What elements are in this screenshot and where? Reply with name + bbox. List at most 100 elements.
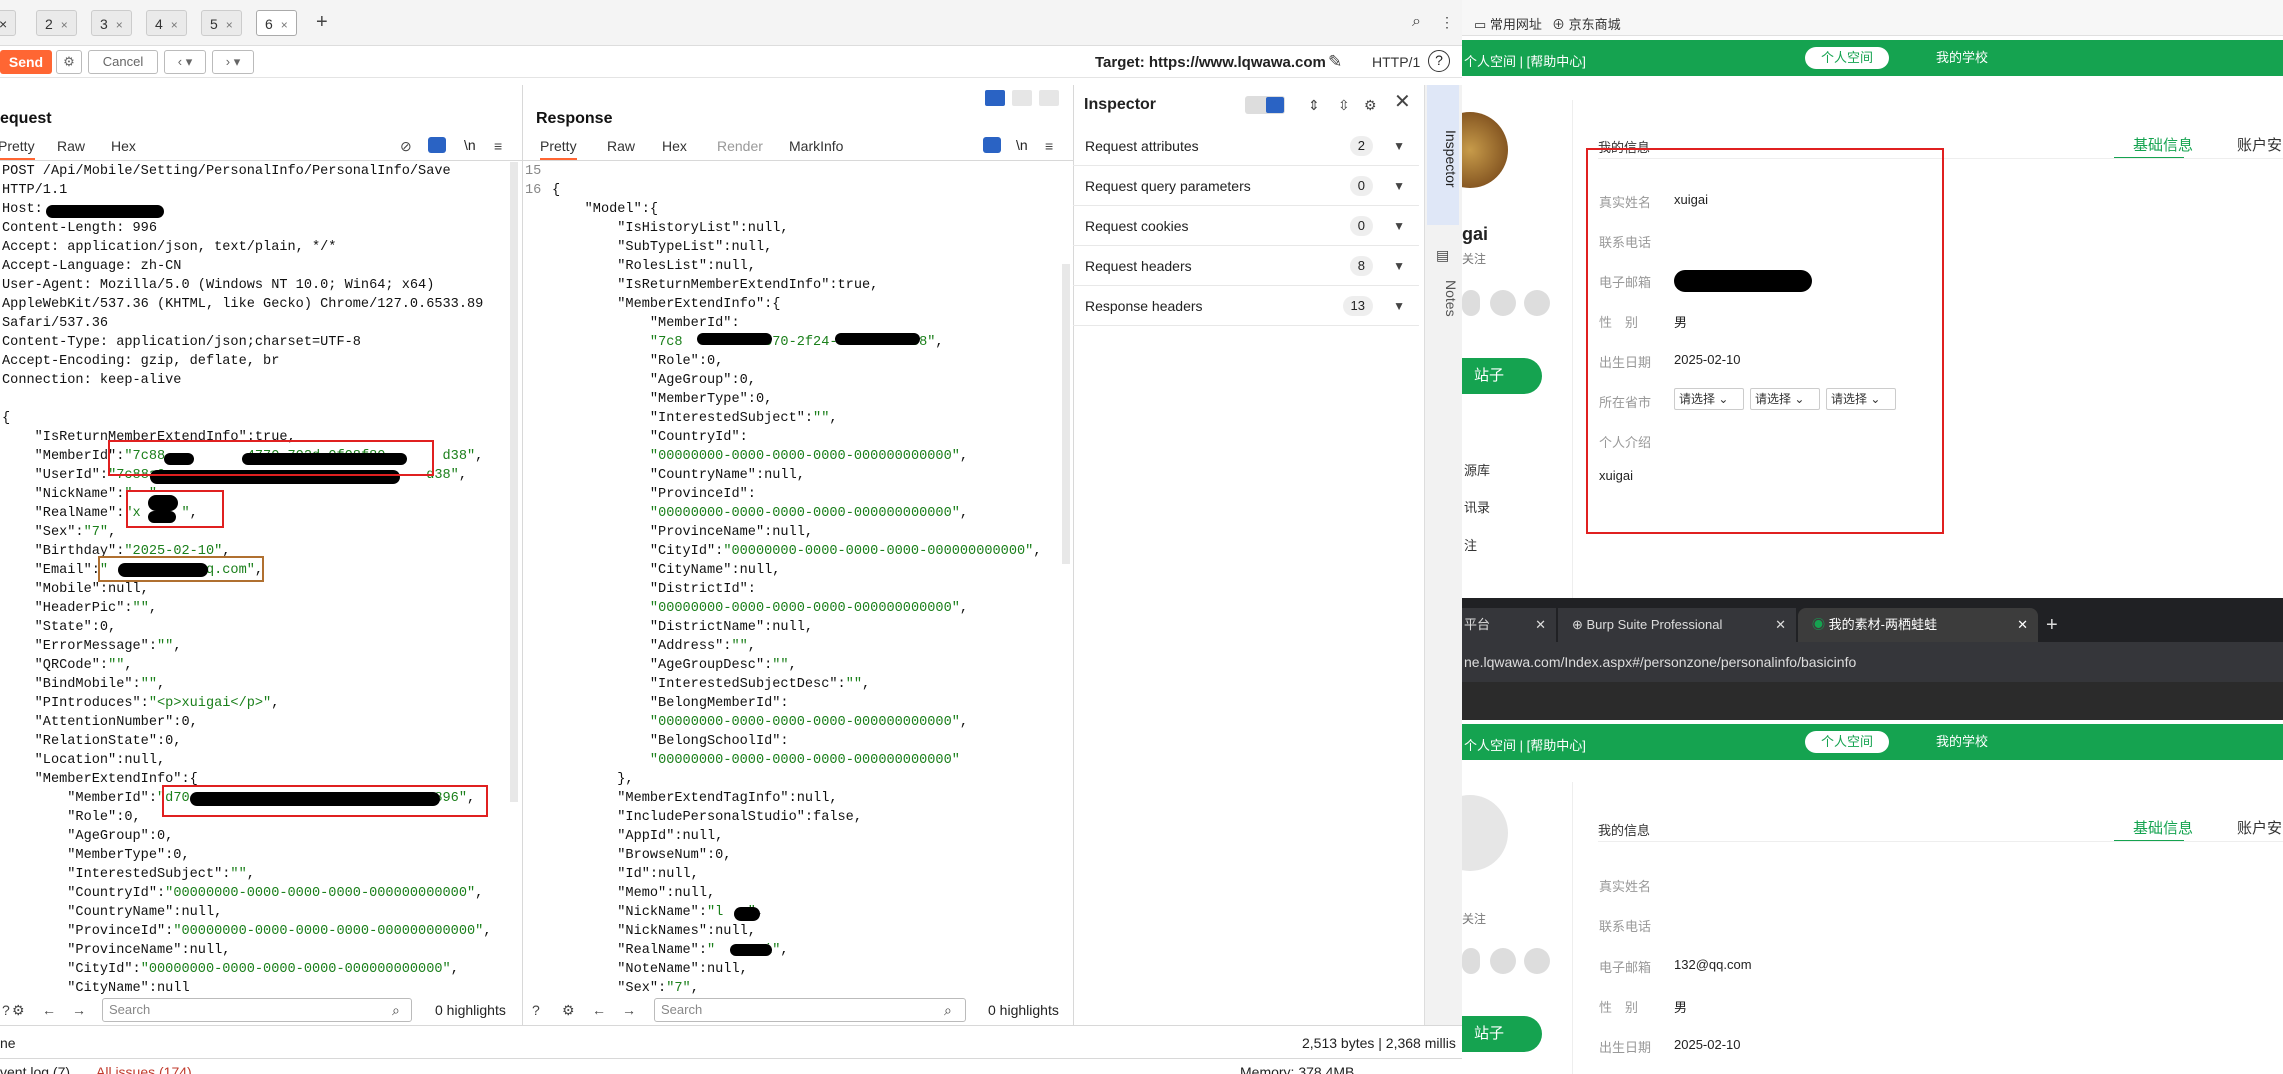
- arrow-left-icon[interactable]: ←: [592, 1000, 606, 1020]
- tab-4[interactable]: 4 ×: [146, 10, 187, 36]
- action-icon[interactable]: [1524, 290, 1550, 316]
- code-line: "ProvinceId":: [552, 487, 756, 502]
- inspector-query-params[interactable]: Request query parameters 0 ▼: [1073, 166, 1419, 206]
- collapse-icon[interactable]: ⇳: [1338, 95, 1350, 115]
- gear-icon[interactable]: ⚙: [12, 1000, 25, 1020]
- pill-personal-space[interactable]: 个人空间: [1805, 731, 1890, 753]
- site-button[interactable]: 站子: [1462, 1016, 1542, 1052]
- help-icon[interactable]: ?: [1428, 50, 1450, 72]
- expand-icon[interactable]: ⇕: [1308, 95, 1320, 115]
- tab-pretty[interactable]: Pretty: [540, 138, 577, 160]
- hide-icon[interactable]: ⊘: [400, 136, 412, 156]
- inspector-request-headers[interactable]: Request headers 8 ▼: [1073, 246, 1419, 286]
- tab-render[interactable]: Render: [717, 138, 763, 154]
- bookmark-common[interactable]: ▭ 常用网址: [1474, 14, 1542, 33]
- menu-icon[interactable]: ≡: [494, 136, 502, 156]
- help-icon[interactable]: ?: [532, 1000, 540, 1020]
- action-icon[interactable]: [1490, 948, 1516, 974]
- menu-icon[interactable]: ≡: [1045, 136, 1053, 156]
- code-line: "RealName":"x ",: [2, 506, 198, 521]
- code-line: "Id":null,: [552, 867, 699, 882]
- top-links[interactable]: 个人空间 | [帮助中心]: [1464, 51, 1586, 70]
- format-icon[interactable]: [428, 137, 446, 153]
- code-line: "RealName":" i",: [552, 943, 789, 958]
- url-field[interactable]: ne.lqwawa.com/Index.aspx#/personzone/per…: [1464, 654, 1856, 670]
- tab-3[interactable]: 3 ×: [91, 10, 132, 36]
- event-log[interactable]: vent log (7): [0, 1064, 70, 1074]
- inspector-response-headers[interactable]: Response headers 13 ▼: [1073, 286, 1419, 326]
- new-tab-icon[interactable]: +: [2036, 608, 2058, 642]
- pill-personal-space[interactable]: 个人空间: [1805, 47, 1890, 69]
- layout-vertical-icon[interactable]: [1039, 90, 1059, 106]
- tab-markinfo[interactable]: MarkInfo: [789, 138, 843, 154]
- tab-raw[interactable]: Raw: [607, 138, 635, 154]
- settings-button[interactable]: ⚙: [56, 50, 82, 74]
- http-version[interactable]: HTTP/1: [1372, 54, 1420, 70]
- all-issues[interactable]: All issues (174): [96, 1064, 192, 1074]
- side-item[interactable]: 注: [1464, 535, 1477, 554]
- side-rail: [1424, 85, 1462, 1025]
- side-item[interactable]: 讯录: [1464, 497, 1490, 516]
- tab-raw[interactable]: Raw: [57, 138, 85, 154]
- newline-toggle[interactable]: \n: [464, 137, 476, 153]
- help-icon[interactable]: ?: [2, 1000, 10, 1020]
- bookmark-jd[interactable]: ⊕ 京东商城: [1552, 14, 1621, 33]
- forward-button[interactable]: › ▾: [212, 50, 254, 74]
- tab-hex[interactable]: Hex: [662, 138, 687, 154]
- pill-my-school[interactable]: 我的学校: [1920, 731, 2004, 753]
- inspector-request-cookies[interactable]: Request cookies 0 ▼: [1073, 206, 1419, 246]
- tab-5[interactable]: 5 ×: [201, 10, 242, 36]
- layout-horizontal-icon[interactable]: [1012, 90, 1032, 106]
- side-tab-notes[interactable]: Notes: [1427, 280, 1459, 317]
- action-icon[interactable]: [1490, 290, 1516, 316]
- format-icon[interactable]: [983, 137, 1001, 153]
- browser-tab[interactable]: ⊕ Burp Suite Professional ✕: [1558, 608, 1796, 642]
- action-icon[interactable]: [1462, 290, 1480, 316]
- code-line: "Sex":"7",: [2, 525, 117, 540]
- side-tab-inspector[interactable]: Inspector: [1427, 130, 1459, 188]
- more-icon[interactable]: ⋮: [1440, 12, 1454, 32]
- edit-target-icon[interactable]: ✎: [1328, 52, 1342, 72]
- tab-2[interactable]: 2 ×: [36, 10, 77, 36]
- request-search-input[interactable]: Search: [102, 998, 412, 1022]
- browser-tab[interactable]: 平台 ✕: [1462, 608, 1556, 642]
- tab-account-security[interactable]: 账户安: [2237, 134, 2282, 155]
- response-editor[interactable]: { "Model":{ "IsHistoryList":null, "SubTy…: [552, 162, 1041, 998]
- code-line: "ProvinceName":null,: [552, 525, 814, 540]
- back-button[interactable]: ‹ ▾: [164, 50, 206, 74]
- side-item[interactable]: 源库: [1464, 460, 1490, 479]
- action-icon[interactable]: [1462, 948, 1480, 974]
- arrow-right-icon[interactable]: →: [72, 1000, 86, 1020]
- layout-split-icon[interactable]: [985, 90, 1005, 106]
- code-line: "Mobile":null,: [2, 582, 149, 597]
- tab-pretty[interactable]: Pretty: [0, 138, 35, 160]
- browser-tab-active[interactable]: ◉ 我的素材-两栖蛙蛙 ✕: [1798, 608, 2038, 642]
- top-links[interactable]: 个人空间 | [帮助中心]: [1464, 735, 1586, 754]
- search-icon[interactable]: ⌕: [1412, 12, 1421, 32]
- tab-basic-info[interactable]: 基础信息: [2133, 134, 2193, 155]
- action-icon[interactable]: [1524, 948, 1550, 974]
- tab-6[interactable]: 6 ×: [256, 10, 297, 36]
- tab-1[interactable]: ×: [0, 10, 17, 36]
- newline-toggle[interactable]: \n: [1016, 137, 1028, 153]
- response-scrollbar[interactable]: [1062, 264, 1070, 564]
- gear-icon[interactable]: ⚙: [562, 1000, 575, 1020]
- close-icon[interactable]: ✕: [1394, 92, 1411, 112]
- burp-window: × 2 × 3 × 4 × 5 × 6 × + ⌕ ⋮ Send ⚙ Cancel ‹ ▾…: [0, 0, 1462, 1074]
- request-scrollbar[interactable]: [510, 162, 518, 802]
- arrow-left-icon[interactable]: ←: [42, 1000, 56, 1020]
- tab-account-security[interactable]: 账户安: [2237, 817, 2282, 838]
- tab-basic-info[interactable]: 基础信息: [2133, 817, 2193, 838]
- arrow-right-icon[interactable]: →: [622, 1000, 636, 1020]
- send-button[interactable]: Send: [0, 50, 52, 74]
- code-line: Accept: application/json, text/plain, */…: [2, 240, 337, 255]
- site-button[interactable]: 站子: [1462, 358, 1542, 394]
- code-line: "Location":null,: [2, 753, 166, 768]
- gear-icon[interactable]: ⚙: [1364, 95, 1377, 115]
- inspector-request-attributes[interactable]: Request attributes 2 ▼: [1073, 126, 1419, 166]
- cancel-button[interactable]: Cancel: [88, 50, 158, 74]
- add-tab-icon[interactable]: +: [316, 12, 328, 32]
- tab-hex[interactable]: Hex: [111, 138, 136, 154]
- response-search-input[interactable]: Search: [654, 998, 966, 1022]
- pill-my-school[interactable]: 我的学校: [1920, 47, 2004, 69]
